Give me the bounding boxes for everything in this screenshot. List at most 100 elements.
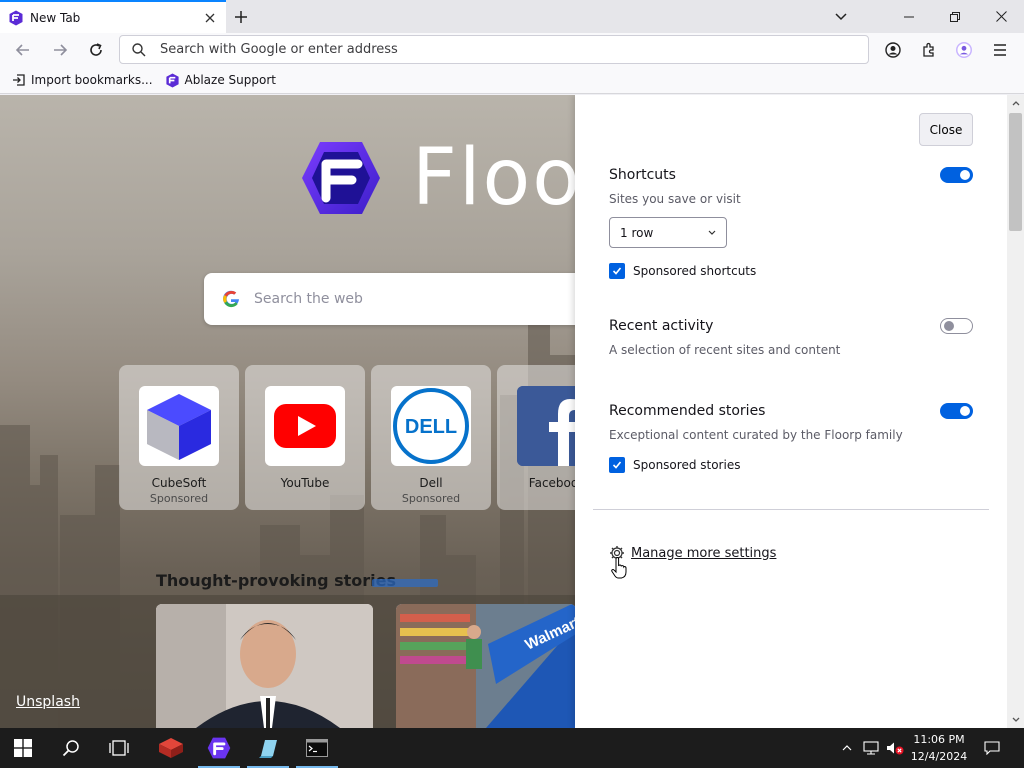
profile-avatar-icon — [956, 42, 972, 58]
task-view-icon — [109, 740, 129, 756]
recommended-stories-title: Recommended stories — [609, 403, 766, 419]
arrow-left-icon — [15, 44, 29, 56]
notifications-button[interactable] — [980, 728, 1004, 768]
minimize-button[interactable] — [886, 0, 932, 33]
bookmark-ablaze-support[interactable]: Ablaze Support — [165, 72, 276, 88]
taskbar-app-notepad[interactable] — [245, 728, 291, 768]
scroll-thumb[interactable] — [1009, 113, 1022, 231]
recent-activity-toggle[interactable] — [940, 318, 973, 334]
manage-settings-label: Manage more settings — [631, 545, 777, 561]
scroll-down-button[interactable] — [1007, 711, 1024, 728]
floorp-logo-icon — [302, 142, 380, 214]
recommended-stories-toggle[interactable] — [940, 403, 973, 419]
shortcut-youtube[interactable]: YouTube — [245, 365, 365, 510]
network-icon-button[interactable] — [860, 728, 882, 768]
notification-icon — [984, 741, 1000, 755]
clock-date: 12/4/2024 — [910, 750, 968, 763]
shortcut-sponsored-label: Sponsored — [401, 492, 461, 505]
page-scrollbar[interactable] — [1007, 95, 1024, 728]
search-icon — [62, 740, 79, 757]
new-tab-page: Floorp Search the web CubeSoft Spo — [0, 95, 575, 728]
terminal-app-icon — [306, 739, 328, 757]
story-card[interactable]: Walmart — [396, 604, 575, 728]
toggle-knob — [960, 170, 970, 180]
story-card[interactable] — [156, 604, 373, 728]
story-image: Walmart — [396, 604, 575, 728]
taskbar-app-floorp[interactable] — [196, 728, 242, 768]
scroll-up-button[interactable] — [1007, 95, 1024, 112]
youtube-icon — [265, 386, 345, 466]
web-search-box[interactable]: Search the web — [204, 273, 575, 325]
minimize-icon — [904, 16, 914, 17]
account-button[interactable] — [880, 37, 906, 63]
windows-logo-icon — [14, 739, 32, 757]
page-content: Floorp Search the web CubeSoft Spo — [0, 95, 1024, 728]
toggle-knob — [960, 406, 970, 416]
tab-close-icon[interactable] — [202, 10, 218, 26]
web-search-placeholder: Search the web — [254, 291, 363, 307]
facebook-icon — [517, 386, 575, 466]
manage-settings-link[interactable]: Manage more settings — [609, 545, 776, 561]
notepad-app-icon — [259, 740, 277, 758]
recent-activity-description: A selection of recent sites and content — [609, 343, 841, 357]
chevron-down-icon — [708, 230, 716, 235]
show-hidden-icons-button[interactable] — [836, 728, 858, 768]
shortcut-cubesoft[interactable]: CubeSoft Sponsored — [119, 365, 239, 510]
close-icon — [995, 11, 1007, 22]
new-tab-button[interactable] — [230, 6, 252, 28]
taskbar-app-cubeice[interactable] — [148, 728, 194, 768]
tab-title: New Tab — [30, 10, 81, 25]
reload-button[interactable] — [83, 37, 109, 63]
restore-button[interactable] — [932, 0, 978, 33]
reload-icon — [90, 43, 102, 56]
shortcut-label: YouTube — [280, 476, 330, 490]
shortcut-dell[interactable]: DELL Dell Sponsored — [371, 365, 491, 510]
recent-activity-title: Recent activity — [609, 318, 714, 334]
address-bar[interactable]: Search with Google or enter address — [119, 35, 869, 64]
taskbar-app-terminal[interactable] — [294, 728, 340, 768]
list-all-tabs-button[interactable] — [830, 6, 852, 28]
forward-button[interactable] — [47, 37, 73, 63]
hamburger-menu-icon — [994, 44, 1006, 56]
shortcuts-title: Shortcuts — [609, 167, 676, 183]
shortcut-facebook[interactable]: Facebook — [497, 365, 575, 510]
back-button[interactable] — [10, 37, 36, 63]
puzzle-icon — [923, 42, 934, 57]
volume-icon-button[interactable] — [884, 728, 906, 768]
search-button[interactable] — [48, 728, 94, 768]
system-clock[interactable]: 11:06 PM 12/4/2024 — [906, 731, 972, 765]
panel-divider — [593, 509, 989, 510]
chevron-up-icon — [842, 745, 852, 751]
sponsored-stories-row[interactable]: Sponsored stories — [609, 457, 740, 473]
navigation-toolbar: Search with Google or enter address — [0, 33, 1024, 67]
windows-taskbar: 11:06 PM 12/4/2024 — [0, 728, 1024, 768]
address-bar-placeholder: Search with Google or enter address — [160, 42, 398, 57]
import-icon — [13, 74, 25, 86]
close-panel-button[interactable]: Close — [919, 113, 973, 146]
task-view-button[interactable] — [96, 728, 142, 768]
shortcuts-toggle[interactable] — [940, 167, 973, 183]
extensions-button[interactable] — [916, 37, 942, 63]
tab-new-tab[interactable]: New Tab — [0, 0, 226, 33]
close-window-button[interactable] — [978, 0, 1024, 33]
bookmark-import-label: Import bookmarks... — [31, 73, 153, 87]
sponsored-shortcuts-row[interactable]: Sponsored shortcuts — [609, 263, 756, 279]
stories-more-link[interactable] — [372, 579, 438, 587]
tab-strip: New Tab — [0, 0, 1024, 33]
sponsored-stories-checkbox[interactable] — [609, 457, 625, 473]
red-box-app-icon — [159, 738, 183, 758]
unsplash-credit-link[interactable]: Unsplash — [16, 694, 80, 710]
profile-button[interactable] — [951, 37, 977, 63]
shortcut-label: Dell — [419, 476, 443, 490]
search-icon — [132, 42, 146, 56]
shortcuts-rows-select[interactable]: 1 row — [609, 217, 727, 248]
plus-icon — [235, 11, 247, 23]
start-button[interactable] — [0, 728, 46, 768]
bookmark-import[interactable]: Import bookmarks... — [12, 73, 153, 87]
chevron-down-icon — [1012, 717, 1019, 722]
sponsored-shortcuts-label: Sponsored shortcuts — [633, 264, 757, 278]
shortcut-label: Facebook — [528, 476, 575, 490]
floorp-brand: Floorp — [300, 139, 575, 217]
menu-button[interactable] — [987, 37, 1013, 63]
sponsored-shortcuts-checkbox[interactable] — [609, 263, 625, 279]
